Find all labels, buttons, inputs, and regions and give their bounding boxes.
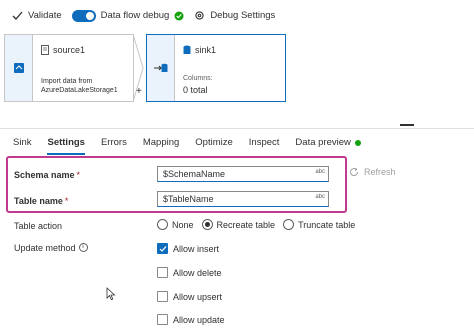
sink-strip: [147, 35, 175, 101]
source-title: source1: [41, 45, 85, 55]
required-marker: *: [76, 170, 81, 180]
abc-icon: abc: [315, 194, 325, 200]
tab-data-preview[interactable]: Data preview: [295, 129, 361, 157]
update-method-label-text: Update method: [14, 243, 76, 253]
status-dot-icon: [354, 139, 361, 146]
tab-mapping[interactable]: Mapping: [143, 129, 179, 157]
checkbox-empty-icon: [157, 291, 168, 302]
schema-name-value: $SchemaName: [163, 169, 226, 179]
mouse-pointer-icon: [106, 287, 116, 301]
checkbox-empty-icon: [157, 267, 168, 278]
source-desc-line1: Import data from: [41, 78, 93, 85]
tab-inspect[interactable]: Inspect: [249, 129, 280, 157]
allow-update-checkbox[interactable]: Allow update: [157, 314, 225, 325]
update-method-label: Update method i: [14, 243, 88, 253]
table-action-label: Table action: [14, 221, 63, 231]
table-name-label: Table name *: [14, 196, 68, 206]
document-icon: [41, 45, 49, 55]
tab-settings[interactable]: Settings: [47, 129, 86, 157]
schema-name-label: Schema name *: [14, 170, 80, 180]
panel-resize-handle[interactable]: [400, 124, 414, 126]
debug-label: Data flow debug: [100, 10, 170, 21]
allow-upsert-checkbox[interactable]: Allow upsert: [157, 291, 222, 302]
debug-toggle-switch[interactable]: [71, 9, 96, 22]
debug-settings-button[interactable]: Debug Settings: [194, 10, 275, 21]
storage-icon: [13, 63, 24, 73]
radio-none[interactable]: None: [157, 219, 194, 230]
settings-gear-icon: [195, 11, 204, 20]
data-flow-debug-toggle[interactable]: Data flow debug: [71, 9, 185, 22]
tab-optimize[interactable]: Optimize: [195, 129, 232, 157]
info-icon[interactable]: i: [78, 243, 88, 252]
source-description: Import data from AzureDataLakeStorage1: [41, 77, 118, 95]
sink-columns-value: 0 total: [183, 85, 208, 95]
schema-name-label-text: Schema name: [14, 170, 75, 180]
radio-truncate-table[interactable]: Truncate table: [283, 219, 355, 230]
sink-columns-label: Columns:: [183, 75, 213, 82]
source-title-text: source1: [53, 45, 86, 55]
validate-button[interactable]: Validate: [12, 10, 62, 21]
tab-bar: Sink Settings Errors Mapping Optimize In…: [0, 128, 474, 156]
checkmark-icon: [12, 11, 23, 20]
tab-sink[interactable]: Sink: [13, 129, 31, 157]
success-check-icon: [174, 11, 184, 20]
refresh-label: Refresh: [364, 167, 396, 177]
sink-title: sink1: [183, 45, 216, 55]
radio-truncate-label: Truncate table: [298, 219, 356, 230]
abc-icon: abc: [315, 169, 325, 175]
toolbar: Validate Data flow debug Debug Settings: [0, 0, 474, 31]
tab-errors[interactable]: Errors: [101, 129, 127, 157]
allow-update-label: Allow update: [173, 314, 225, 325]
validate-label: Validate: [28, 10, 62, 21]
allow-delete-label: Allow delete: [173, 267, 222, 278]
table-action-radio-group: None Recreate table Truncate table: [157, 219, 363, 230]
source-strip: [5, 35, 33, 101]
allow-delete-checkbox[interactable]: Allow delete: [157, 267, 222, 278]
source-desc-line2: AzureDataLakeStorage1: [41, 87, 118, 94]
checkbox-empty-icon: [157, 314, 168, 325]
add-transform-button[interactable]: +: [136, 86, 142, 97]
radio-none-label: None: [172, 219, 194, 230]
required-marker: *: [64, 196, 69, 206]
table-name-value: $TableName: [163, 194, 214, 204]
refresh-icon: [350, 167, 359, 177]
radio-recreate-label: Recreate table: [216, 219, 276, 230]
allow-insert-checkbox[interactable]: Allow insert: [157, 243, 219, 254]
debug-settings-label: Debug Settings: [210, 10, 276, 21]
source-node[interactable]: source1 Import data from AzureDataLakeSt…: [4, 34, 134, 102]
sink-title-text: sink1: [195, 45, 217, 55]
allow-upsert-label: Allow upsert: [173, 291, 223, 302]
checkbox-checked-icon: [157, 243, 168, 254]
allow-insert-label: Allow insert: [173, 243, 220, 254]
radio-recreate-table[interactable]: Recreate table: [201, 219, 276, 230]
table-name-label-text: Table name: [14, 196, 63, 206]
sink-icon: [153, 63, 167, 72]
tab-data-preview-label: Data preview: [295, 137, 351, 148]
schema-name-input[interactable]: $SchemaName abc: [157, 166, 329, 182]
data-flow-canvas[interactable]: source1 Import data from AzureDataLakeSt…: [0, 31, 474, 126]
database-icon: [183, 45, 191, 54]
refresh-button[interactable]: Refresh: [349, 167, 396, 177]
sink-node[interactable]: sink1 Columns: 0 total: [146, 34, 286, 102]
table-name-input[interactable]: $TableName abc: [157, 191, 329, 207]
